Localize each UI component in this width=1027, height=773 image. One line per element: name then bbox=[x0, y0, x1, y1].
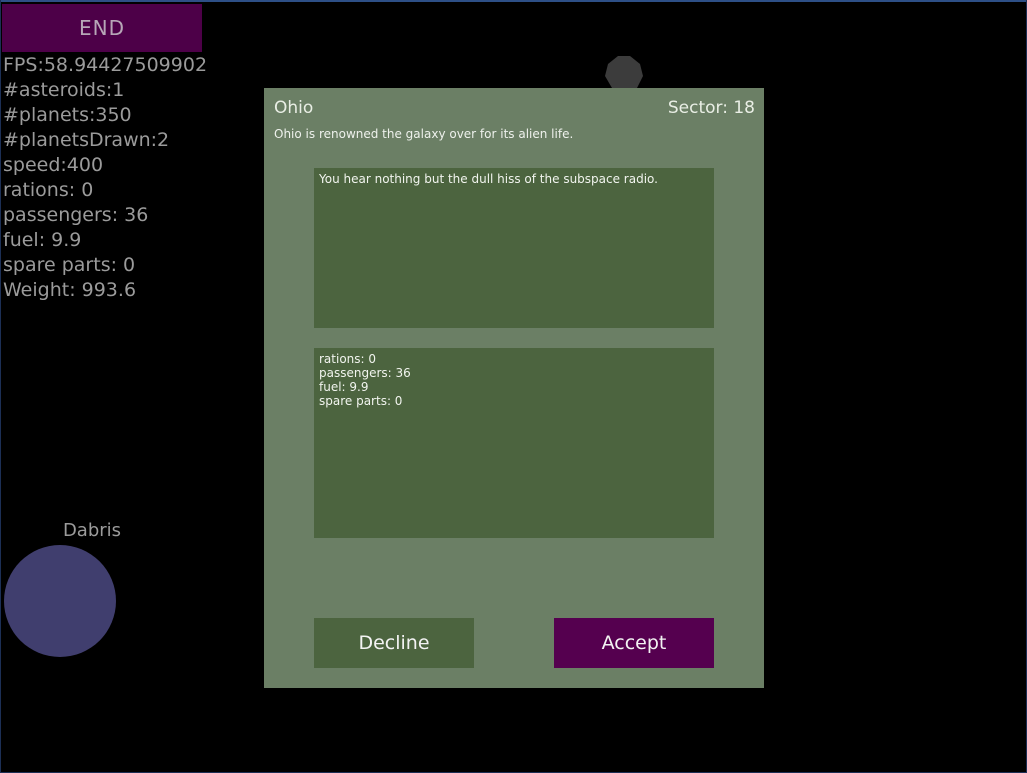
planet-label: Dabris bbox=[62, 520, 122, 541]
stat-asteroids: #asteroids:1 bbox=[3, 79, 125, 101]
inventory-passengers: passengers: 36 bbox=[319, 366, 411, 380]
stat-fps: FPS:58.94427509902 bbox=[3, 54, 208, 76]
inventory-panel: rations: 0 passengers: 36 fuel: 9.9 spar… bbox=[314, 348, 714, 538]
planet-description: Ohio is renowned the galaxy over for its… bbox=[274, 127, 574, 141]
sector-label: Sector: 18 bbox=[667, 98, 755, 118]
end-button[interactable]: END bbox=[2, 4, 202, 52]
stat-rations: rations: 0 bbox=[3, 179, 94, 201]
inventory-rations: rations: 0 bbox=[319, 352, 377, 366]
decline-button[interactable]: Decline bbox=[314, 618, 474, 668]
inventory-fuel: fuel: 9.9 bbox=[319, 380, 369, 394]
window-border-left bbox=[0, 0, 1, 773]
planet[interactable] bbox=[4, 545, 116, 657]
stat-planets: #planets:350 bbox=[3, 104, 132, 126]
message-text: You hear nothing but the dull hiss of th… bbox=[319, 172, 658, 186]
stat-spare-parts: spare parts: 0 bbox=[3, 254, 136, 276]
inventory-spare-parts: spare parts: 0 bbox=[319, 394, 403, 408]
stat-passengers: passengers: 36 bbox=[3, 204, 149, 226]
game-viewport: END FPS:58.94427509902 #asteroids:1 #pla… bbox=[0, 0, 1027, 773]
stat-speed: speed:400 bbox=[3, 154, 104, 176]
debug-stats: FPS:58.94427509902 #asteroids:1 #planets… bbox=[3, 53, 207, 303]
window-border-top bbox=[0, 0, 1027, 2]
message-panel: You hear nothing but the dull hiss of th… bbox=[314, 168, 714, 328]
asteroid-shape bbox=[605, 56, 643, 92]
planet-dialog: Ohio Sector: 18 Ohio is renowned the gal… bbox=[264, 88, 764, 688]
stat-fuel: fuel: 9.9 bbox=[3, 229, 82, 251]
dialog-title: Ohio bbox=[274, 98, 314, 118]
stat-planets-drawn: #planetsDrawn:2 bbox=[3, 129, 170, 151]
stat-weight: Weight: 993.6 bbox=[3, 279, 137, 301]
accept-button[interactable]: Accept bbox=[554, 618, 714, 668]
